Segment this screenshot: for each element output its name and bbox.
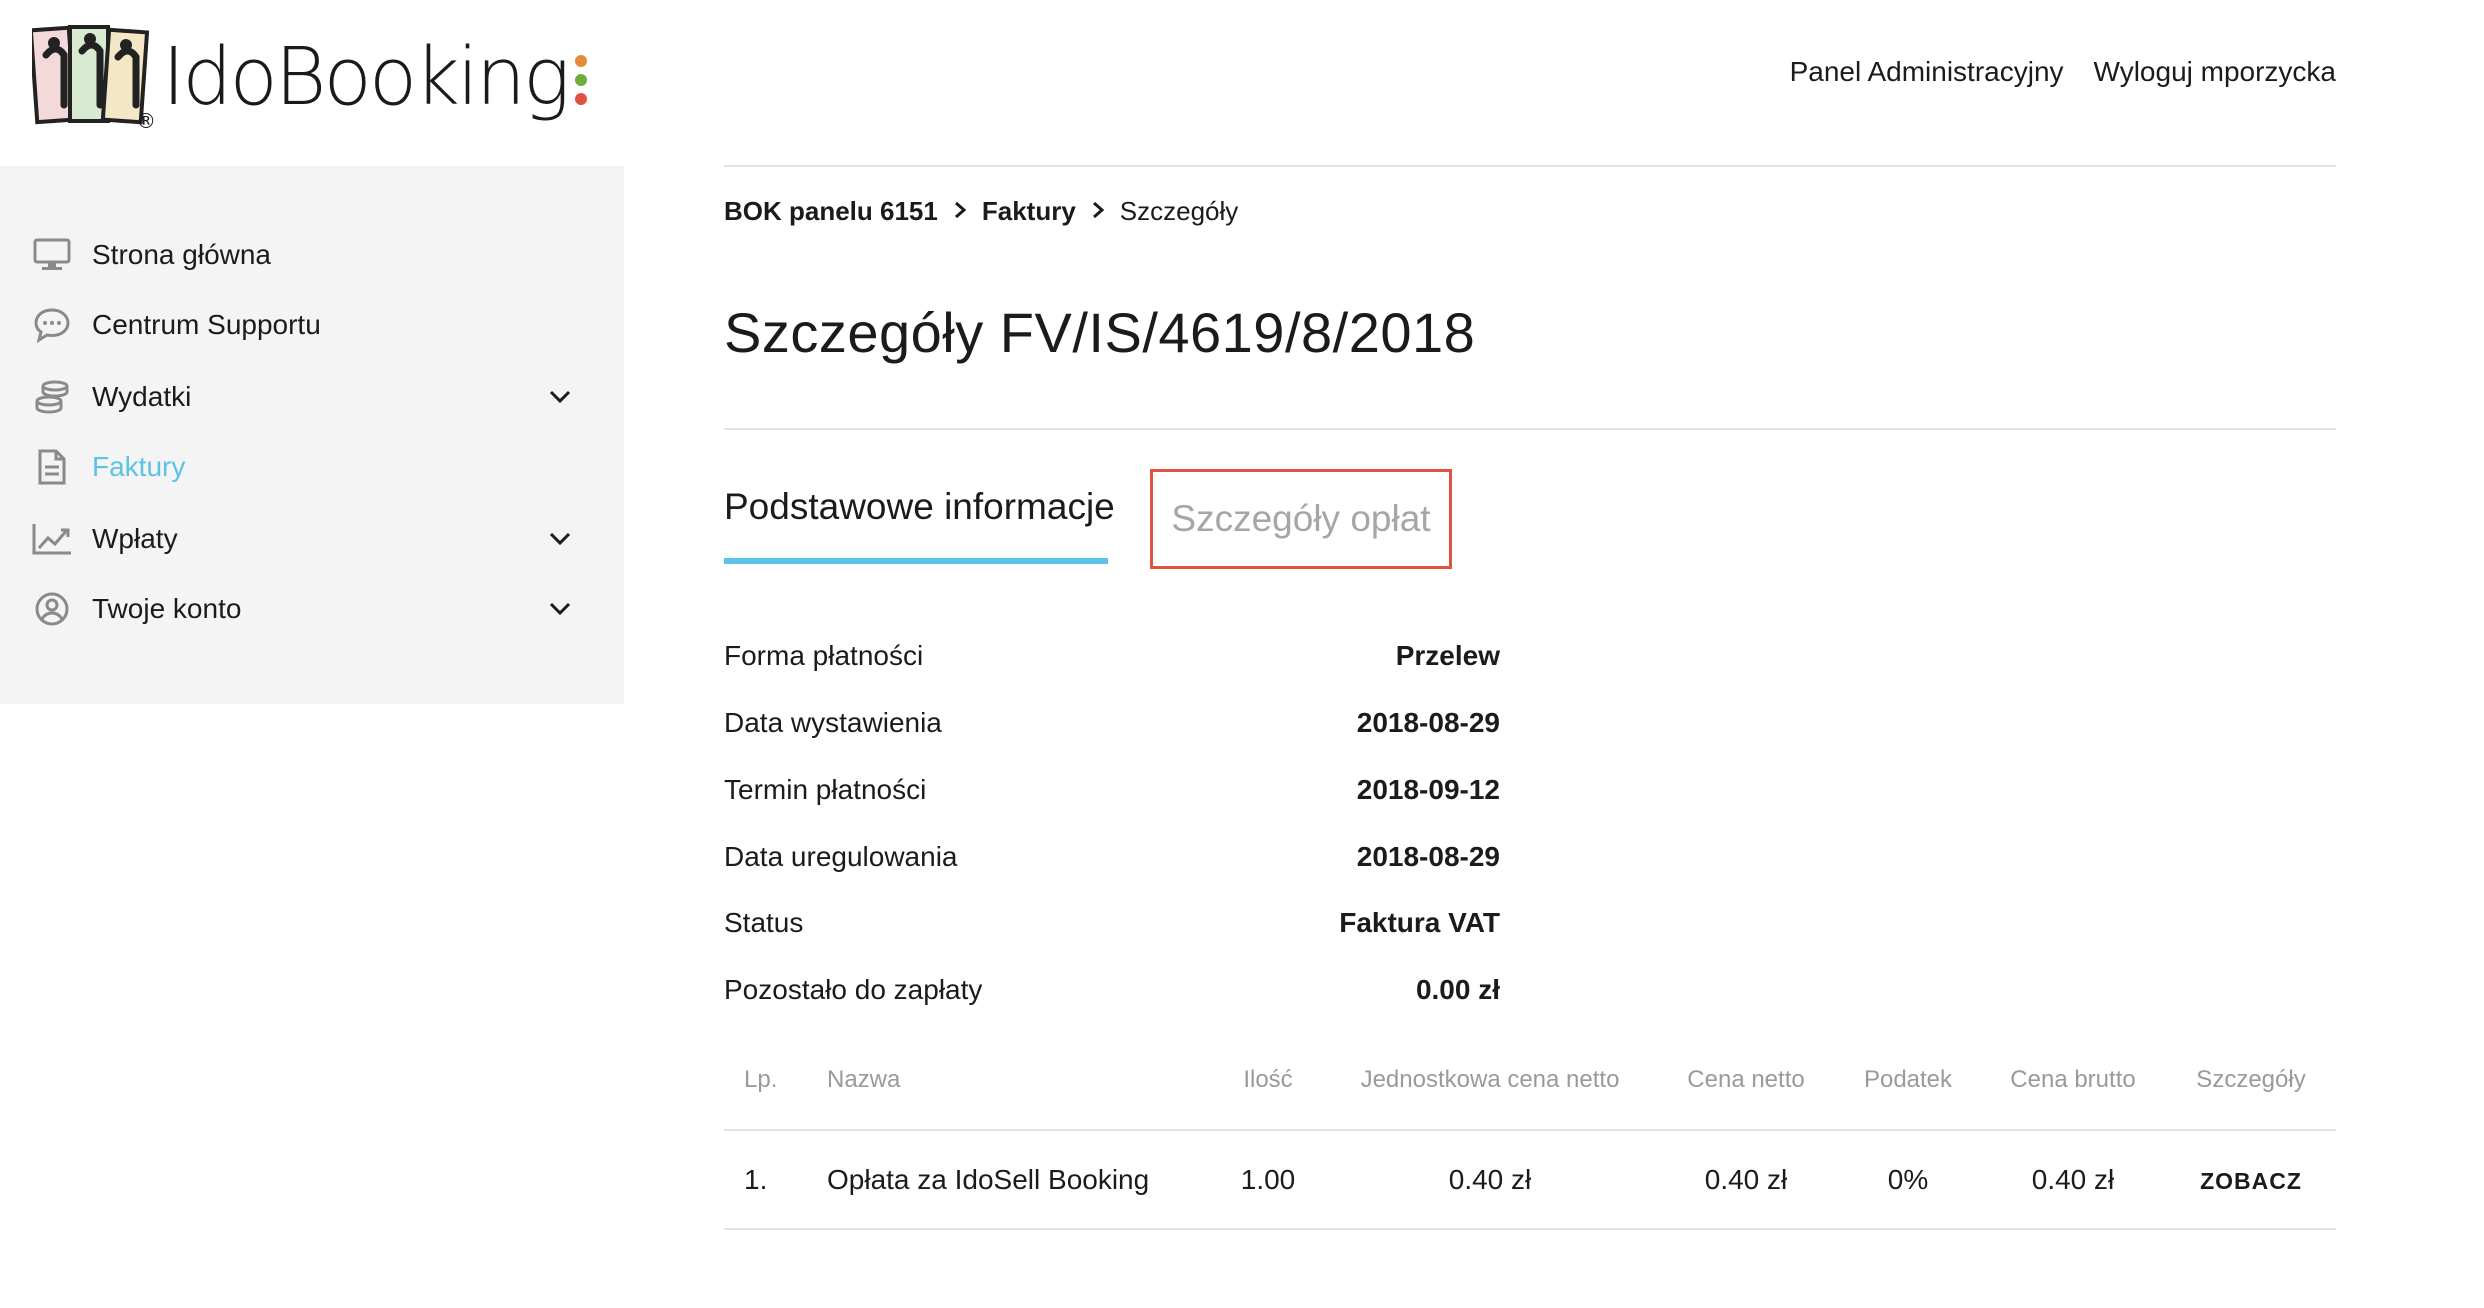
logo-text: IdoBooking xyxy=(162,30,570,123)
chevron-down-icon[interactable] xyxy=(545,382,575,412)
sidebar: Strona główna Centrum Supportu Wydatki F… xyxy=(0,166,624,704)
sidebar-item-account[interactable]: Twoje konto xyxy=(30,584,575,634)
info-row: Data wystawienia 2018-08-29 xyxy=(724,707,1500,739)
top-nav: Panel Administracyjny Wyloguj mporzycka xyxy=(1790,56,2336,88)
col-header-lp: Lp. xyxy=(744,1066,778,1093)
info-label: Termin płatności xyxy=(724,774,927,805)
view-details-link[interactable]: ZOBACZ xyxy=(2200,1168,2302,1195)
sidebar-item-payments[interactable]: Wpłaty xyxy=(30,514,575,564)
logo-mark-icon: ® xyxy=(28,25,156,133)
cell-lp: 1. xyxy=(744,1164,768,1195)
cell-qty: 1.00 xyxy=(1240,1164,1296,1195)
table-divider xyxy=(724,1129,2336,1131)
info-value: 2018-09-12 xyxy=(1356,774,1500,805)
admin-panel-link[interactable]: Panel Administracyjny xyxy=(1790,56,2064,88)
info-value: Faktura VAT xyxy=(1339,907,1500,938)
divider xyxy=(724,165,2336,167)
info-row: Termin płatności 2018-09-12 xyxy=(724,774,1500,806)
document-icon xyxy=(30,445,74,489)
info-value: 2018-08-29 xyxy=(1356,841,1500,872)
info-label: Data wystawienia xyxy=(724,707,942,738)
info-value: 0.00 zł xyxy=(1415,974,1500,1005)
info-value: 2018-08-29 xyxy=(1356,707,1500,738)
chart-icon xyxy=(30,517,74,561)
sidebar-item-label: Faktury xyxy=(92,451,186,482)
info-value: Przelew xyxy=(1395,640,1500,671)
tab-basic-info[interactable]: Podstawowe informacje xyxy=(724,486,1115,528)
info-label: Data uregulowania xyxy=(724,841,958,872)
cell-net: 0.40 zł xyxy=(1704,1164,1788,1195)
breadcrumb-item-current: Szczegóły xyxy=(1119,196,1239,226)
info-label: Pozostało do zapłaty xyxy=(724,974,983,1005)
sidebar-item-label: Wydatki xyxy=(92,381,192,412)
info-label: Status xyxy=(724,907,804,938)
info-label: Forma płatności xyxy=(724,640,924,671)
chevron-right-icon xyxy=(1092,199,1105,225)
col-header-name: Nazwa xyxy=(827,1066,901,1093)
logout-link[interactable]: Wyloguj mporzycka xyxy=(2094,56,2336,88)
cell-unit-net: 0.40 zł xyxy=(1448,1164,1532,1195)
col-header-gross: Cena brutto xyxy=(2010,1066,2136,1093)
table-divider xyxy=(724,1228,2336,1230)
coins-icon xyxy=(30,375,74,419)
col-header-tax: Podatek xyxy=(1863,1066,1953,1093)
registered-mark: ® xyxy=(136,109,156,133)
cell-tax: 0% xyxy=(1887,1164,1929,1195)
logo-dots-icon xyxy=(575,55,588,105)
chevron-down-icon[interactable] xyxy=(545,594,575,624)
tab-fee-details-label: Szczegóły opłat xyxy=(1171,498,1431,539)
sidebar-item-expenses[interactable]: Wydatki xyxy=(30,372,575,422)
sidebar-item-home[interactable]: Strona główna xyxy=(30,230,575,280)
breadcrumb: BOK panelu 6151 Faktury Szczegóły xyxy=(724,196,1238,227)
col-header-qty: Ilość xyxy=(1243,1066,1293,1093)
logo[interactable]: ® IdoBooking xyxy=(28,22,588,133)
sidebar-item-label: Strona główna xyxy=(92,239,272,270)
divider xyxy=(724,428,2336,430)
col-header-details: Szczegóły xyxy=(2196,1066,2306,1093)
sidebar-item-label: Twoje konto xyxy=(92,593,242,624)
cell-name: Opłata za IdoSell Booking xyxy=(827,1164,1150,1195)
monitor-icon xyxy=(30,233,74,277)
col-header-net: Cena netto xyxy=(1687,1066,1805,1093)
info-row: Data uregulowania 2018-08-29 xyxy=(724,841,1500,873)
user-circle-icon xyxy=(30,587,74,631)
sidebar-item-label: Centrum Supportu xyxy=(92,309,321,340)
active-tab-indicator xyxy=(724,558,1108,564)
sidebar-item-label: Wpłaty xyxy=(92,523,178,554)
chat-icon xyxy=(30,303,74,347)
chevron-right-icon xyxy=(954,199,967,225)
page-title: Szczegóły FV/IS/4619/8/2018 xyxy=(724,301,1476,364)
tab-fee-details[interactable]: Szczegóły opłat xyxy=(1150,469,1452,569)
cell-gross: 0.40 zł xyxy=(2031,1164,2115,1195)
breadcrumb-item-bok[interactable]: BOK panelu 6151 xyxy=(724,196,938,227)
chevron-down-icon[interactable] xyxy=(545,524,575,554)
info-row: Status Faktura VAT xyxy=(724,907,1500,939)
sidebar-item-invoices[interactable]: Faktury xyxy=(30,442,575,492)
sidebar-item-support[interactable]: Centrum Supportu xyxy=(30,300,575,350)
info-row: Pozostało do zapłaty 0.00 zł xyxy=(724,974,1500,1006)
info-row: Forma płatności Przelew xyxy=(724,640,1500,672)
breadcrumb-item-invoices[interactable]: Faktury xyxy=(982,196,1076,227)
col-header-unit-net: Jednostkowa cena netto xyxy=(1360,1066,1620,1093)
